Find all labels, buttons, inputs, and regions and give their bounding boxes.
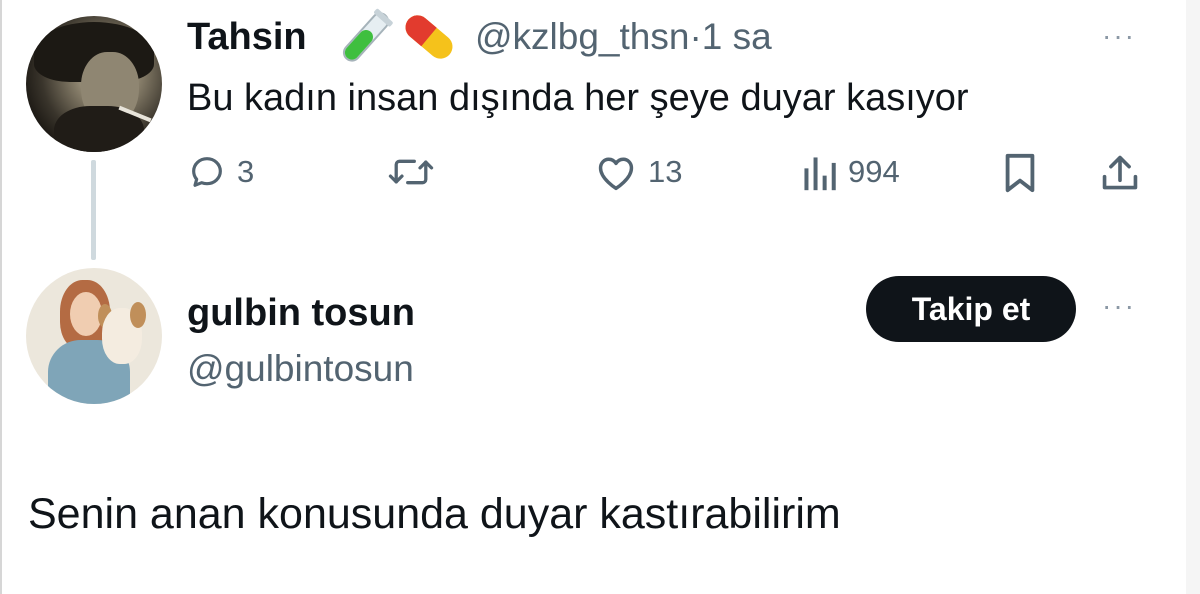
tahsin-avatar[interactable]	[26, 16, 162, 152]
more-options-icon[interactable]: ···	[1102, 22, 1136, 50]
views-button[interactable]: 994	[800, 152, 900, 192]
view-count: 994	[848, 154, 900, 189]
reply-author-handle[interactable]: @gulbintosun	[187, 346, 414, 392]
share-icon	[1102, 155, 1138, 190]
tweet-text: Bu kadın insan dışında her şeye duyar ka…	[187, 77, 969, 119]
more-options-icon[interactable]: ···	[1102, 292, 1136, 320]
heart-icon	[598, 157, 634, 191]
like-button[interactable]: 13	[594, 152, 682, 192]
tweet-author-handle[interactable]: @kzlbg_thsn·1 sa	[475, 14, 772, 60]
reply-text: Senin anan konusunda duyar kastırabiliri…	[28, 490, 841, 538]
thread-connector-line	[91, 160, 96, 260]
left-border	[0, 0, 2, 594]
gulbin-avatar[interactable]	[26, 268, 162, 404]
tweet-author-name[interactable]: Tahsin	[187, 14, 307, 60]
bookmark-button[interactable]	[1002, 152, 1038, 194]
follow-button[interactable]: Takip et	[866, 276, 1076, 342]
bar-chart-icon	[804, 157, 836, 191]
reply-author-name[interactable]: gulbin tosun	[187, 290, 415, 336]
bookmark-icon	[1005, 153, 1035, 193]
like-count: 13	[648, 154, 683, 189]
test-tube-icon	[338, 8, 394, 71]
handle-text: @kzlbg_thsn	[475, 16, 690, 57]
retweet-icon	[388, 159, 434, 185]
separator-dot: ·	[689, 16, 702, 57]
reply-button[interactable]: 3	[187, 152, 254, 192]
retweet-button[interactable]	[388, 152, 434, 192]
reply-icon	[192, 157, 222, 187]
pill-icon	[398, 6, 460, 73]
tweet-time[interactable]: 1 sa	[702, 16, 772, 57]
right-edge	[1186, 0, 1200, 594]
reply-count: 3	[237, 154, 255, 189]
share-button[interactable]	[1100, 152, 1140, 194]
